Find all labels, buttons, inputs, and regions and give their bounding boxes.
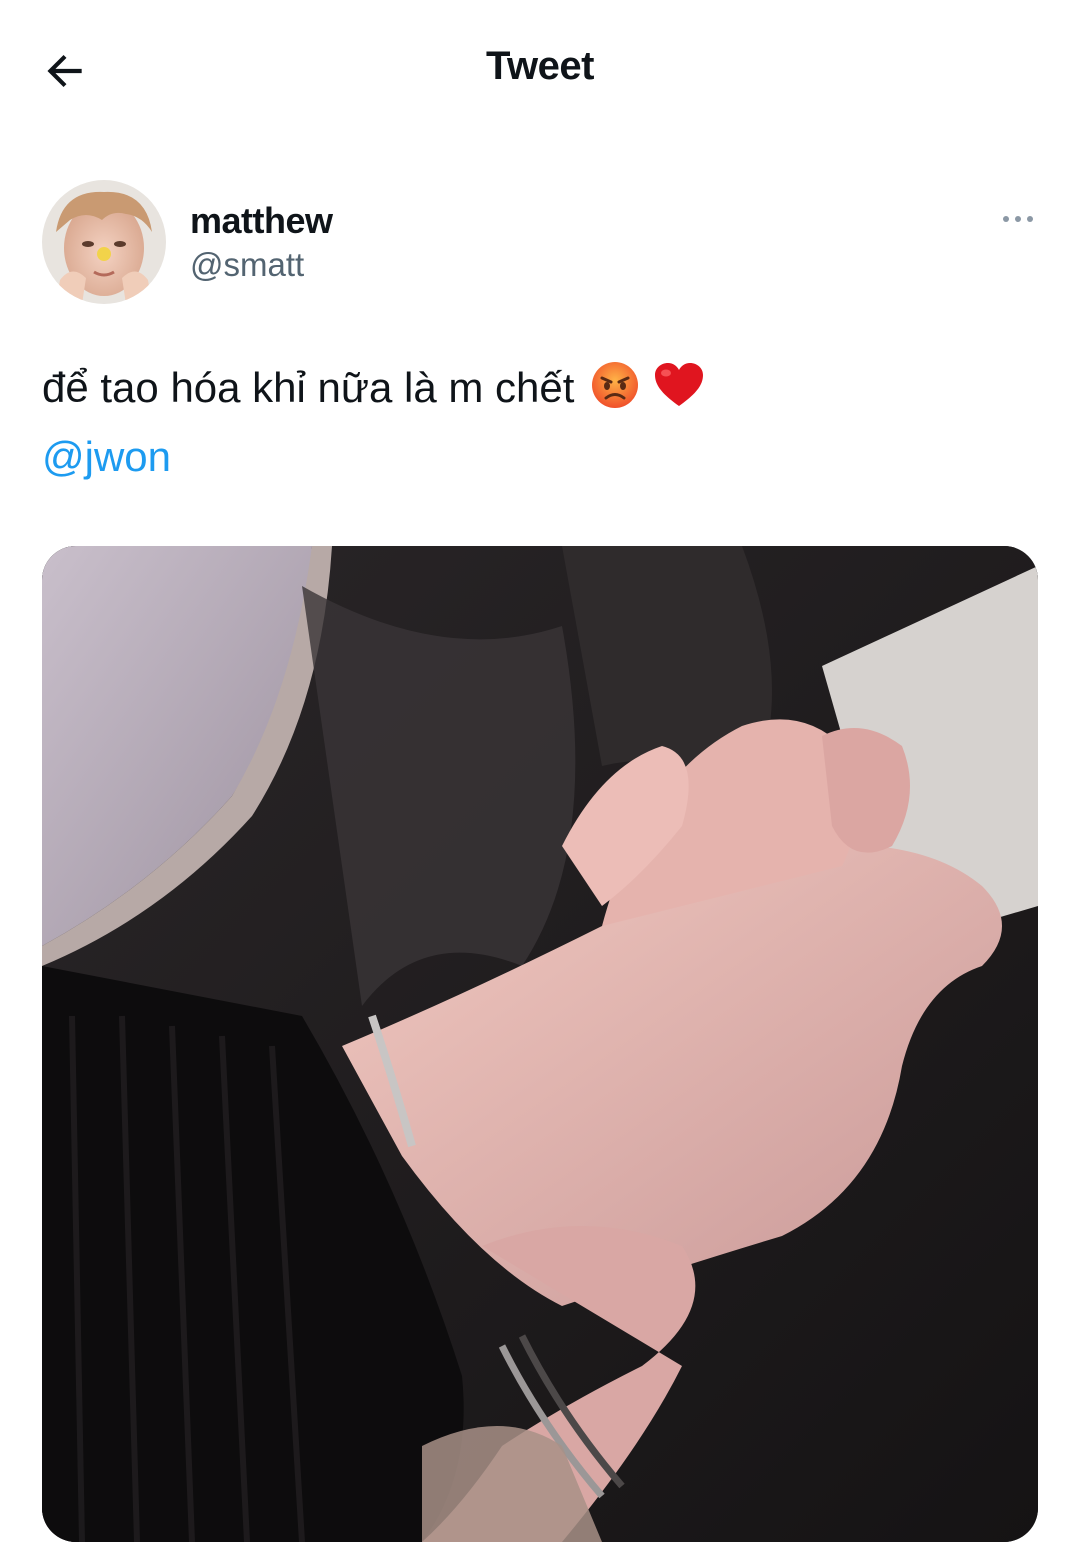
tweet-author: matthew @smatt bbox=[42, 180, 1038, 306]
page-title: Tweet bbox=[486, 44, 594, 88]
author-display-name[interactable]: matthew bbox=[190, 200, 333, 242]
mention-link[interactable]: @jwon bbox=[42, 430, 171, 484]
more-options-button[interactable] bbox=[998, 204, 1038, 234]
red-heart-emoji bbox=[652, 360, 706, 423]
author-handle[interactable]: @smatt bbox=[190, 246, 304, 284]
tweet-text: để tao hóa khỉ nữa là m chết bbox=[42, 360, 706, 423]
tweet-photo[interactable] bbox=[42, 546, 1038, 1542]
more-horizontal-icon bbox=[1003, 216, 1033, 222]
top-bar: Tweet bbox=[0, 0, 1080, 140]
tweet-body: để tao hóa khỉ nữa là m chết bbox=[42, 364, 575, 411]
angry-face-emoji bbox=[590, 360, 640, 423]
avatar[interactable] bbox=[42, 180, 166, 304]
